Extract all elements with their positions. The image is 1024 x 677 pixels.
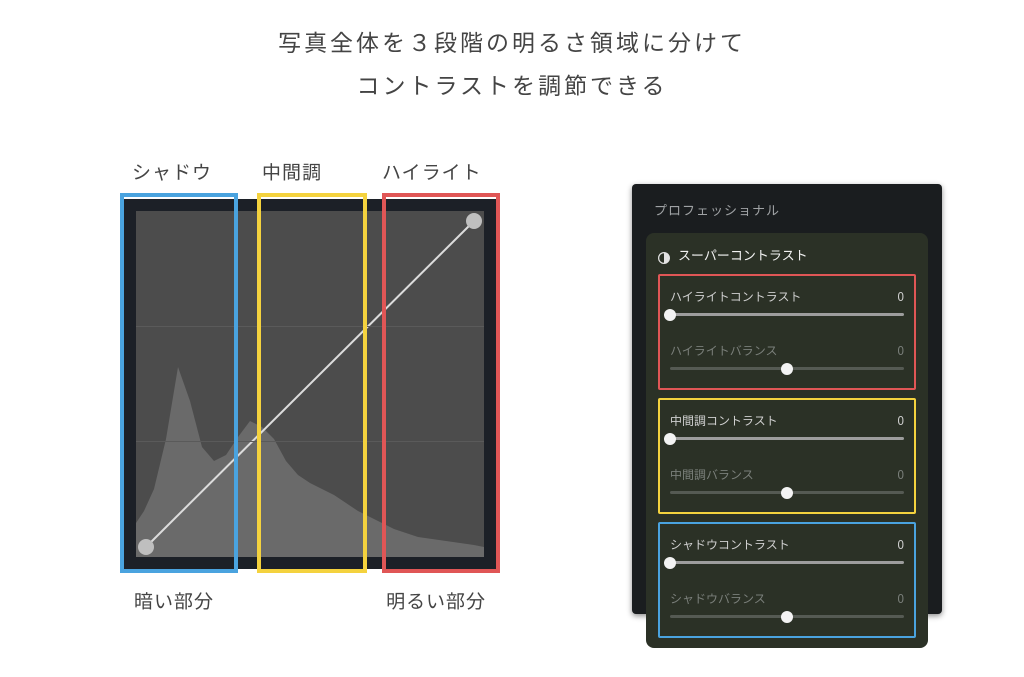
region-labels-top: シャドウ 中間調 ハイライト [120, 158, 520, 193]
midtone-region-label: 中間調 [262, 158, 382, 185]
highlight-contrast-slider[interactable] [670, 313, 904, 316]
professional-panel: プロフェッショナル スーパーコントラスト ハイライトコントラスト 0 [632, 184, 942, 614]
midtone-slider-group: 中間調コントラスト 0 中間調バランス 0 [658, 398, 916, 514]
headline: 写真全体を３段階の明るさ領域に分けて コントラストを調節できる [0, 20, 1024, 105]
highlight-region-box [382, 193, 500, 573]
panel-header: プロフェッショナル [638, 200, 936, 233]
highlight-region-label: ハイライト [382, 158, 482, 185]
shadow-balance-slider[interactable] [670, 615, 904, 618]
midtone-contrast-slider[interactable] [670, 437, 904, 440]
contrast-icon [658, 249, 670, 261]
region-labels-bottom: 暗い部分 明るい部分 [120, 587, 500, 614]
highlight-balance-row: ハイライトバランス 0 [664, 334, 910, 388]
highlight-balance-knob[interactable] [781, 363, 793, 375]
highlight-balance-label: ハイライトバランス [670, 342, 778, 359]
headline-line-1: 写真全体を３段階の明るさ領域に分けて [0, 20, 1024, 63]
midtone-contrast-row: 中間調コントラスト 0 [664, 404, 910, 458]
super-contrast-section: スーパーコントラスト ハイライトコントラスト 0 ハイライトバランス 0 [646, 233, 928, 648]
midtone-balance-label: 中間調バランス [670, 466, 754, 483]
shadow-slider-group: シャドウコントラスト 0 シャドウバランス 0 [658, 522, 916, 638]
shadow-region-box [120, 193, 238, 573]
dark-caption: 暗い部分 [134, 587, 214, 614]
highlight-contrast-knob[interactable] [664, 309, 676, 321]
shadow-region-label: シャドウ [132, 158, 262, 185]
highlight-balance-value: 0 [897, 342, 904, 359]
highlight-contrast-label: ハイライトコントラスト [670, 288, 802, 305]
midtone-balance-knob[interactable] [781, 487, 793, 499]
midtone-balance-value: 0 [897, 466, 904, 483]
highlight-contrast-row: ハイライトコントラスト 0 [664, 280, 910, 334]
tone-curve-figure: シャドウ 中間調 ハイライト [120, 158, 520, 573]
section-title-label: スーパーコントラスト [678, 245, 808, 264]
highlight-contrast-value: 0 [897, 288, 904, 305]
midtone-balance-row: 中間調バランス 0 [664, 458, 910, 512]
midtone-region-box [257, 193, 367, 573]
midtone-balance-slider[interactable] [670, 491, 904, 494]
midtone-contrast-label: 中間調コントラスト [670, 412, 778, 429]
shadow-contrast-label: シャドウコントラスト [670, 536, 790, 553]
shadow-contrast-slider[interactable] [670, 561, 904, 564]
shadow-balance-value: 0 [897, 590, 904, 607]
midtone-contrast-value: 0 [897, 412, 904, 429]
highlight-slider-group: ハイライトコントラスト 0 ハイライトバランス 0 [658, 274, 916, 390]
bright-caption: 明るい部分 [386, 587, 486, 614]
shadow-balance-label: シャドウバランス [670, 590, 766, 607]
shadow-contrast-value: 0 [897, 536, 904, 553]
shadow-contrast-row: シャドウコントラスト 0 [664, 528, 910, 582]
shadow-balance-knob[interactable] [781, 611, 793, 623]
shadow-balance-row: シャドウバランス 0 [664, 582, 910, 636]
shadow-contrast-knob[interactable] [664, 557, 676, 569]
midtone-contrast-knob[interactable] [664, 433, 676, 445]
section-title: スーパーコントラスト [658, 245, 916, 264]
headline-line-2: コントラストを調節できる [0, 63, 1024, 106]
highlight-balance-slider[interactable] [670, 367, 904, 370]
